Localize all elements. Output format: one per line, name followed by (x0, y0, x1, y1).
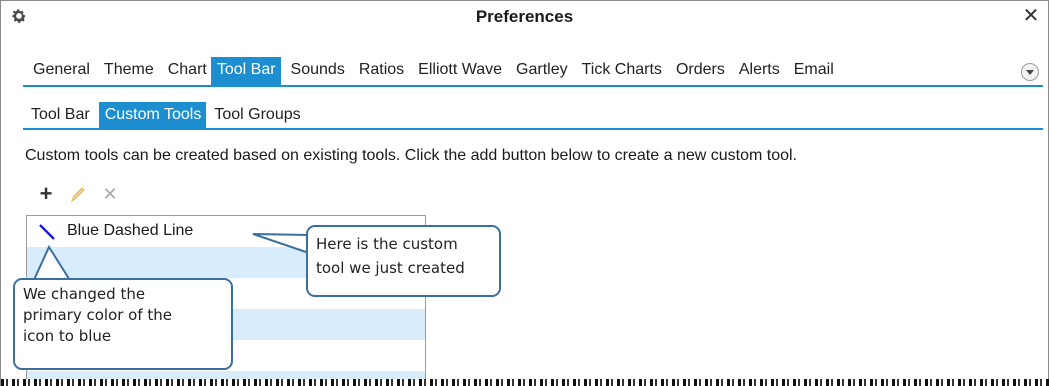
tab-theme[interactable]: Theme (94, 57, 158, 85)
callout-text: primary color of the (23, 306, 173, 324)
tab-gartley[interactable]: Gartley (506, 57, 572, 85)
callout-custom-tool: Here is the custom tool we just created (306, 225, 501, 297)
main-tabs-underline (23, 85, 1043, 87)
preferences-window: Preferences ✕ General Theme Chart Tool B… (0, 0, 1049, 386)
tab-orders[interactable]: Orders (666, 57, 729, 85)
tab-tick-charts[interactable]: Tick Charts (572, 57, 666, 85)
subtab-tool-bar[interactable]: Tool Bar (23, 102, 94, 128)
main-tabs: General Theme Chart Tool Bar Sounds Rati… (23, 57, 838, 85)
tab-chart[interactable]: Chart (158, 57, 211, 85)
tab-email[interactable]: Email (784, 57, 838, 85)
more-tabs-chevron-icon[interactable] (1021, 63, 1039, 81)
subtab-tool-groups[interactable]: Tool Groups (206, 102, 304, 128)
blue-line-icon (39, 224, 55, 240)
callout-text: Here is the custom (316, 235, 458, 253)
title-bar: Preferences ✕ (1, 1, 1048, 33)
list-item-label: Blue Dashed Line (67, 222, 194, 239)
x-icon[interactable]: ✕ (101, 183, 119, 208)
callout-pointer (252, 233, 310, 254)
tab-sounds[interactable]: Sounds (281, 57, 349, 85)
tab-general[interactable]: General (23, 57, 94, 85)
tab-alerts[interactable]: Alerts (729, 57, 784, 85)
callout-text: icon to blue (23, 327, 112, 345)
description-text: Custom tools can be created based on exi… (25, 147, 797, 164)
subtab-custom-tools[interactable]: Custom Tools (98, 102, 207, 128)
callout-icon-color: We changed the primary color of the icon… (13, 278, 233, 370)
callout-text: tool we just created (316, 259, 465, 277)
callout-text: We changed the (23, 285, 146, 303)
close-icon[interactable]: ✕ (1020, 4, 1042, 28)
pencil-icon[interactable] (69, 183, 87, 208)
cropped-text-edge (1, 379, 1049, 386)
window-title: Preferences (475, 7, 574, 26)
tab-tool-bar[interactable]: Tool Bar (210, 57, 281, 85)
custom-tools-toolbar: + ✕ (37, 183, 119, 208)
sub-tabs: Tool Bar Custom Tools Tool Groups (23, 102, 305, 128)
plus-icon[interactable]: + (37, 183, 55, 208)
tab-elliott-wave[interactable]: Elliott Wave (408, 57, 506, 85)
sub-tabs-underline (23, 128, 1043, 130)
tab-ratios[interactable]: Ratios (349, 57, 408, 85)
